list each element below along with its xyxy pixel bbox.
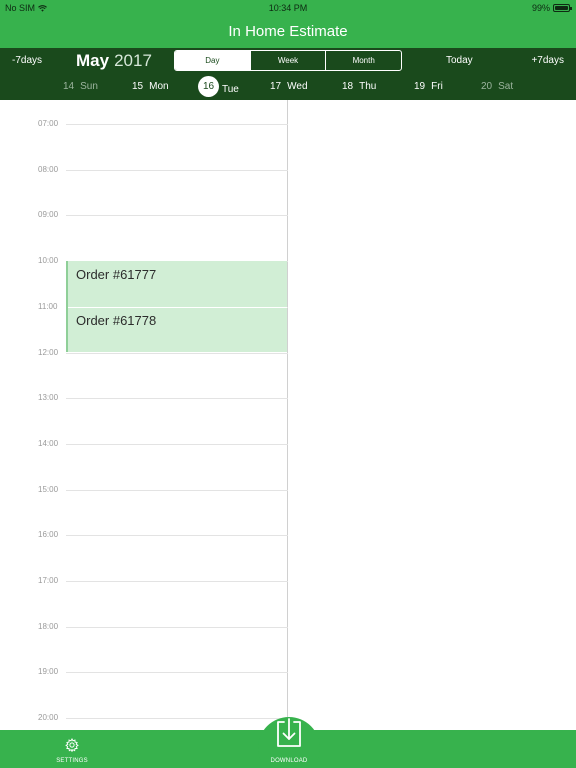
- gear-icon: [65, 738, 79, 752]
- day-name: Sat: [498, 81, 514, 92]
- calendar-event[interactable]: Order #61777: [66, 261, 287, 307]
- hour-gridline: [66, 352, 288, 354]
- day-wed[interactable]: 17 Wed: [270, 81, 308, 92]
- hour-label: 13:00: [38, 393, 59, 403]
- day-name: Mon: [149, 81, 169, 92]
- month-year-label: May 2017: [76, 51, 152, 71]
- day-name: Sun: [80, 81, 98, 92]
- hour-label: 08:00: [38, 164, 59, 174]
- hour-label: 11:00: [38, 301, 58, 311]
- event-separator: [68, 306, 287, 308]
- hour-row: 09:00: [0, 210, 288, 219]
- hour-gridline: [66, 124, 288, 125]
- settings-tab-label: SETTINGS: [56, 758, 88, 764]
- day-number: 16: [198, 76, 219, 97]
- hour-label: 16:00: [38, 530, 59, 540]
- hour-gridline: [66, 626, 288, 628]
- day-number: 20: [481, 81, 493, 92]
- day-tue[interactable]: 16 Tue: [198, 76, 239, 97]
- hour-row: 12:00: [0, 348, 288, 357]
- hour-label: 07:00: [38, 119, 59, 128]
- battery-tip: [570, 7, 572, 10]
- hour-gridline: [66, 718, 288, 720]
- day-sun[interactable]: 14 Sun: [63, 81, 98, 92]
- download-tab-label: DOWNLOAD: [270, 758, 308, 764]
- hour-gridline: [66, 672, 288, 674]
- week-days-row: 14 Sun 15 Mon 16 Tue 17 Wed 18 Thu 19 Fri 20 Sa…: [0, 75, 576, 100]
- view-week-button[interactable]: Week: [249, 51, 326, 70]
- hour-row: 16:00: [0, 530, 288, 539]
- day-fri[interactable]: 19 Fri: [414, 81, 443, 92]
- hour-label: 14:00: [38, 438, 59, 448]
- hour-gridline: [66, 581, 288, 582]
- download-tab[interactable]: DOWNLOAD: [258, 718, 320, 768]
- month-label: May: [76, 51, 110, 70]
- settings-tab[interactable]: SETTINGS: [45, 730, 99, 768]
- hour-gridline: [66, 535, 288, 537]
- hour-row: 07:00: [0, 119, 288, 128]
- hour-gridline: [66, 398, 288, 400]
- view-mode-segmented-control: Day Week Month: [174, 50, 402, 71]
- day-view-grid[interactable]: 07:00 08:00 09:00 10:00 11:00 12:00 13:00 14:00…: [0, 100, 576, 730]
- day-number: 19: [414, 81, 426, 92]
- calendar-toolbar: -7days May 2017 Day Week Month Today +7da…: [0, 48, 576, 75]
- hour-row: 15:00: [0, 485, 288, 494]
- day-name: Wed: [287, 81, 308, 92]
- day-name: Thu: [359, 81, 377, 92]
- status-time: 10:34 PM: [268, 3, 308, 13]
- hour-row: 08:00: [0, 165, 288, 174]
- hour-label: 20:00: [38, 713, 59, 723]
- hour-label: 12:00: [38, 347, 59, 357]
- today-button[interactable]: Today: [446, 55, 473, 66]
- battery-icon: [553, 4, 572, 12]
- day-number: 17: [270, 81, 282, 92]
- view-month-button[interactable]: Month: [325, 51, 401, 70]
- page-title: In Home Estimate: [0, 16, 576, 48]
- day-number: 15: [132, 81, 144, 92]
- hour-gridline: [66, 489, 288, 491]
- hour-label: 09:00: [38, 210, 59, 220]
- next-week-button[interactable]: +7days: [531, 55, 564, 66]
- battery-percent: 99%: [531, 3, 550, 13]
- prev-week-button[interactable]: -7days: [12, 55, 42, 66]
- year-label: 2017: [114, 51, 152, 70]
- hour-label: 10:00: [38, 256, 59, 266]
- hour-label: 19:00: [38, 667, 59, 677]
- hour-label: 17:00: [38, 576, 59, 585]
- day-mon[interactable]: 15 Mon: [132, 81, 169, 92]
- hour-row: 18:00: [0, 622, 288, 631]
- battery-fill: [555, 6, 568, 10]
- day-number: 14: [63, 81, 75, 92]
- day-column-divider: [287, 100, 288, 730]
- hour-row: 13:00: [0, 393, 288, 402]
- hour-gridline: [66, 215, 288, 217]
- hour-label: 15:00: [38, 484, 59, 494]
- status-bar: No SIM 10:34 PM 99%: [0, 0, 576, 16]
- status-right: 99%: [531, 3, 572, 13]
- hour-gridline: [66, 169, 288, 171]
- hour-row: 17:00: [0, 576, 288, 585]
- day-thu[interactable]: 18 Thu: [342, 81, 376, 92]
- day-number: 18: [342, 81, 354, 92]
- day-name: Fri: [431, 81, 443, 92]
- hour-row: 19:00: [0, 667, 288, 676]
- hour-gridline: [66, 443, 288, 445]
- calendar-event[interactable]: Order #61778: [66, 306, 287, 353]
- day-sat[interactable]: 20 Sat: [481, 81, 513, 92]
- event-title: Order #61777: [76, 267, 157, 283]
- download-icon: [277, 718, 301, 747]
- hour-row: 14:00: [0, 439, 288, 448]
- day-name: Tue: [222, 83, 239, 95]
- hour-label: 18:00: [38, 621, 59, 631]
- hour-row: 20:00: [0, 713, 288, 722]
- event-title: Order #61778: [76, 312, 157, 328]
- view-day-button[interactable]: Day: [175, 51, 250, 70]
